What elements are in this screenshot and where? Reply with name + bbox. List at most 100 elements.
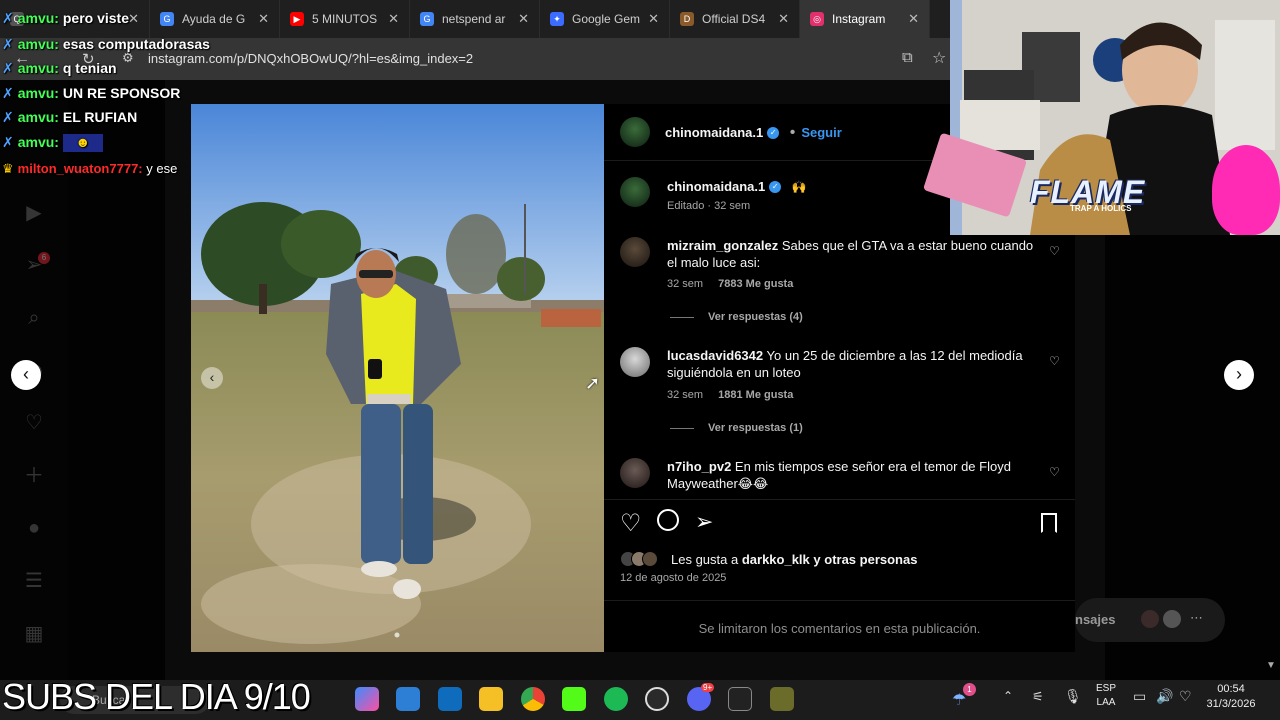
- install-app-icon[interactable]: ⧉: [902, 49, 913, 66]
- tab-close-icon[interactable]: ✕: [388, 11, 399, 27]
- likes-prefix: Les gusta a: [671, 552, 739, 567]
- scroll-arrow-icon[interactable]: ▼: [1266, 660, 1276, 671]
- url-text[interactable]: instagram.com/p/DNQxhOBOwUQ/?hl=es&img_i…: [148, 51, 473, 66]
- chrome-icon[interactable]: [521, 687, 545, 711]
- volume-icon[interactable]: 🔊: [1156, 688, 1173, 705]
- flame-logo-subtext: TRAP A HOLICS: [1070, 204, 1132, 213]
- spotify-icon[interactable]: [604, 687, 628, 711]
- kick-icon[interactable]: [562, 687, 586, 711]
- tab-close-icon[interactable]: ✕: [518, 11, 529, 27]
- clock-time: 00:54: [1217, 683, 1245, 695]
- verified-badge-icon: ✓: [767, 126, 780, 139]
- view-replies-label: Ver respuestas (1): [708, 422, 803, 434]
- likers-avatars: [620, 551, 660, 567]
- view-replies-button[interactable]: Ver respuestas (1): [670, 422, 803, 434]
- browser-tab[interactable]: D Official DS4 ✕: [670, 0, 800, 38]
- microsoft-store-icon[interactable]: [396, 687, 420, 711]
- pink-buddha-image: [1212, 145, 1280, 235]
- post-photo[interactable]: [191, 104, 604, 652]
- notification-count-badge: 1: [963, 683, 976, 696]
- file-explorer-icon[interactable]: [479, 687, 503, 711]
- obs-icon[interactable]: [645, 687, 669, 711]
- comment-username[interactable]: lucasdavid6342: [667, 348, 763, 363]
- comment-like-icon[interactable]: ♡: [1049, 244, 1061, 258]
- moderator-icon: ✗: [2, 109, 14, 125]
- tab-label: netspend ar: [442, 12, 506, 26]
- separator-dot: •: [789, 124, 796, 141]
- post-photo-image: [191, 104, 604, 652]
- chat-line: ✗ amvu: EL RUFIAN: [2, 109, 138, 125]
- caption-author-avatar[interactable]: [620, 177, 650, 207]
- comment-time: 32 sem: [667, 278, 704, 290]
- follow-button[interactable]: Seguir: [801, 125, 841, 140]
- comment-username[interactable]: mizraim_gonzalez: [667, 238, 778, 253]
- photo-previous-button[interactable]: ‹: [201, 367, 223, 389]
- commenter-avatar[interactable]: [620, 237, 650, 267]
- tab-label: 5 MINUTOS: [312, 12, 378, 26]
- verified-badge-icon: ✓: [769, 180, 782, 193]
- author-username[interactable]: chinomaidana.1: [665, 125, 763, 140]
- display-icon[interactable]: ▭: [1133, 688, 1146, 705]
- comment-likes[interactable]: 7883 Me gusta: [718, 278, 793, 290]
- tab-close-icon[interactable]: ✕: [258, 11, 269, 27]
- copilot-icon[interactable]: [355, 687, 379, 711]
- share-send-icon[interactable]: ➢: [695, 509, 713, 535]
- browser-tab-active[interactable]: ◎ Instagram ✕: [800, 0, 930, 38]
- youtube-icon: ▶: [290, 12, 304, 26]
- next-post-button[interactable]: ›: [1224, 360, 1254, 390]
- tab-close-icon[interactable]: ✕: [908, 11, 919, 27]
- language-indicator[interactable]: ESP LAA: [1092, 683, 1120, 708]
- browser-tab[interactable]: ▶ 5 MINUTOS ✕: [280, 0, 410, 38]
- app-icon[interactable]: [728, 687, 752, 711]
- browser-tab[interactable]: G netspend ar ✕: [410, 0, 540, 38]
- clock-date: 31/3/2026: [1206, 698, 1256, 710]
- bookmark-star-icon[interactable]: ☆: [932, 48, 946, 68]
- comments-limited-notice: Se limitaron los comentarios en esta pub…: [698, 621, 981, 636]
- previous-post-button[interactable]: ‹: [11, 360, 41, 390]
- comment-likes[interactable]: 1881 Me gusta: [718, 389, 793, 401]
- outlook-icon[interactable]: [438, 687, 462, 711]
- google-icon: G: [160, 12, 174, 26]
- ds4-icon: D: [680, 12, 694, 26]
- chat-line: ✗ amvu: pero viste: [2, 10, 129, 26]
- likes-user[interactable]: darkko_klk: [742, 552, 810, 567]
- comment-bubble-icon[interactable]: [657, 509, 679, 531]
- replies-line: [670, 427, 694, 429]
- network-icon[interactable]: ⚟: [1032, 689, 1044, 705]
- commenter-avatar[interactable]: [620, 458, 650, 488]
- likes-summary[interactable]: Les gusta a darkko_klk y otras personas: [671, 552, 917, 567]
- browser-tab[interactable]: G Ayuda de G ✕: [150, 0, 280, 38]
- show-hidden-icons-chevron-icon[interactable]: ⌃: [1003, 689, 1013, 703]
- actions-divider: [604, 499, 1075, 500]
- game-icon[interactable]: [770, 687, 794, 711]
- comment-like-icon[interactable]: ♡: [1049, 465, 1061, 479]
- post-date: 12 de agosto de 2025: [620, 572, 727, 584]
- subs-of-the-day-overlay: SUBS DEL DIA 9/10: [2, 676, 311, 717]
- commenter-avatar[interactable]: [620, 347, 650, 377]
- view-replies-button[interactable]: Ver respuestas (4): [670, 311, 803, 323]
- microphone-icon[interactable]: 🎙: [1064, 688, 1082, 705]
- tab-close-icon[interactable]: ✕: [778, 11, 789, 27]
- comment-meta: 32 sem 1881 Me gusta: [667, 389, 793, 401]
- comment-username[interactable]: n7iho_pv2: [667, 459, 731, 474]
- gemini-icon: ✦: [550, 12, 564, 26]
- comment-like-icon[interactable]: ♡: [1049, 354, 1061, 368]
- moderator-icon: ✗: [2, 10, 14, 26]
- messages-pill[interactable]: nsajes ⋯: [1075, 598, 1225, 642]
- browser-tab[interactable]: ✦ Google Gem ✕: [540, 0, 670, 38]
- save-bookmark-icon[interactable]: [1041, 513, 1057, 533]
- tab-close-icon[interactable]: ✕: [128, 11, 139, 27]
- clock[interactable]: 00:54 31/3/2026: [1206, 683, 1256, 710]
- battery-icon[interactable]: ♡: [1179, 688, 1192, 705]
- chat-line: ✗ amvu: q tenian: [2, 60, 117, 76]
- like-heart-icon[interactable]: ♡: [620, 509, 642, 538]
- tab-close-icon[interactable]: ✕: [648, 11, 659, 27]
- caption-username[interactable]: chinomaidana.1: [667, 179, 765, 194]
- chat-emote-icon: ☻: [62, 134, 103, 153]
- message-avatar: [1163, 610, 1181, 628]
- author-avatar[interactable]: [620, 117, 650, 147]
- more-icon[interactable]: ⋯: [1190, 610, 1203, 626]
- keyboard-layout: LAA: [1096, 697, 1116, 708]
- tab-label: Official DS4: [702, 12, 766, 26]
- browser-tab-bar: Q ✕ G Ayuda de G ✕ ▶ 5 MINUTOS ✕ G netsp…: [0, 0, 950, 38]
